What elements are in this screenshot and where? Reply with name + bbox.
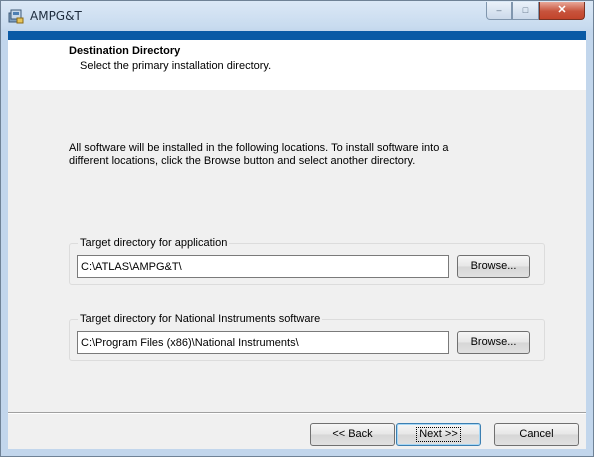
ni-directory-input[interactable]	[77, 331, 449, 354]
close-button[interactable]: ✕	[539, 2, 585, 20]
intro-line-1: All software will be installed in the fo…	[69, 142, 449, 154]
page-title: Destination Directory	[69, 45, 181, 57]
ni-directory-group: Target directory for National Instrument…	[69, 313, 545, 361]
application-directory-group: Target directory for application Browse.…	[69, 237, 545, 285]
page-subtitle: Select the primary installation director…	[80, 60, 272, 72]
browse-ni-button[interactable]: Browse...	[457, 331, 530, 354]
browse-application-button[interactable]: Browse...	[457, 255, 530, 278]
maximize-button[interactable]: □	[512, 2, 539, 20]
ni-directory-label: Target directory for National Instrument…	[78, 313, 323, 326]
close-icon: ✕	[557, 4, 567, 16]
footer-separator	[8, 412, 586, 414]
maximize-icon: □	[522, 5, 529, 15]
dialog-client-area: Destination Directory Select the primary…	[8, 31, 586, 449]
title-bar[interactable]: AMPG&T – □ ✕	[1, 1, 593, 31]
application-directory-label: Target directory for application	[78, 237, 230, 250]
next-button[interactable]: Next >>	[396, 423, 481, 446]
minimize-icon: –	[496, 5, 502, 15]
intro-line-2: different locations, click the Browse bu…	[69, 155, 416, 167]
back-button[interactable]: << Back	[310, 423, 395, 446]
next-button-label: Next >>	[416, 427, 461, 442]
application-directory-input[interactable]	[77, 255, 449, 278]
window-title: AMPG&T	[30, 9, 82, 23]
intro-text: All software will be installed in the fo…	[69, 142, 469, 168]
minimize-button[interactable]: –	[486, 2, 512, 20]
installer-icon	[8, 8, 24, 24]
cancel-button[interactable]: Cancel	[494, 423, 579, 446]
accent-bar	[8, 31, 586, 40]
cancel-button-label: Cancel	[519, 428, 554, 440]
header-panel: Destination Directory Select the primary…	[8, 40, 586, 90]
back-button-label: << Back	[332, 428, 373, 440]
installer-window: AMPG&T – □ ✕ Destination Directory Selec…	[0, 0, 594, 457]
